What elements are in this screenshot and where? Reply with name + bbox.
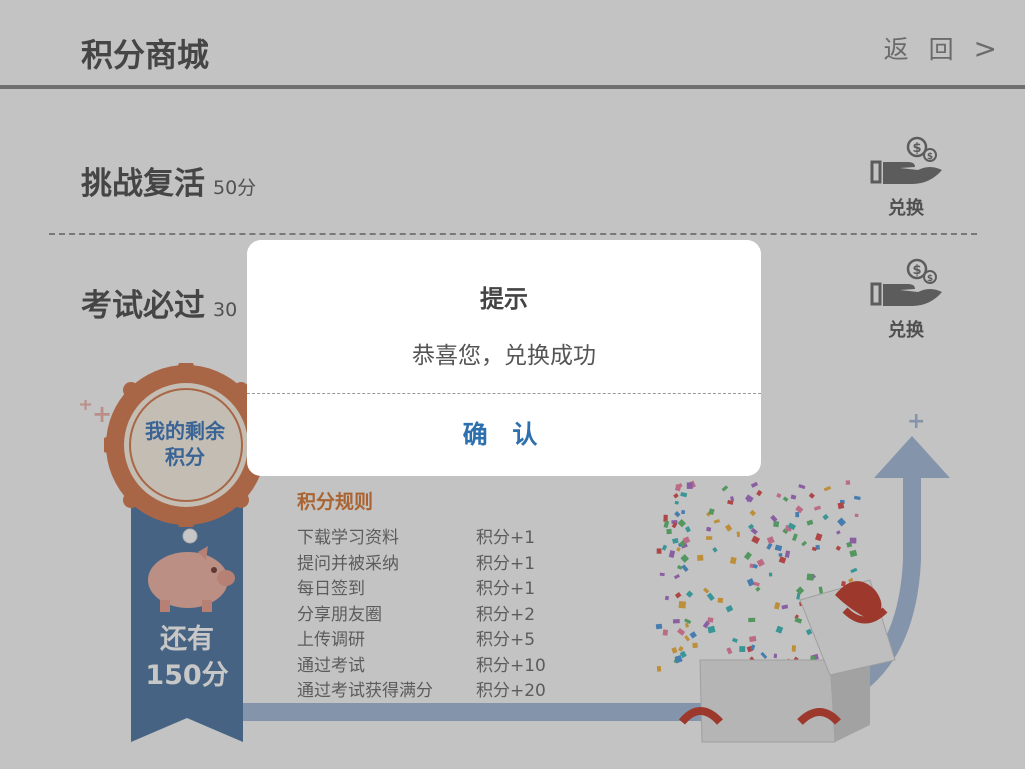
dialog-title: 提示 (480, 285, 528, 313)
dialog-divider (247, 393, 761, 394)
page: 积分商城 返 回 > 挑战复活 50分 $ $ 兑换 考试必过 30 $ $ 兑… (0, 0, 1025, 769)
alert-dialog: 提示 恭喜您，兑换成功 确 认 (247, 240, 761, 476)
confirm-button[interactable]: 确 认 (404, 404, 604, 466)
dialog-message: 恭喜您，兑换成功 (412, 343, 596, 369)
